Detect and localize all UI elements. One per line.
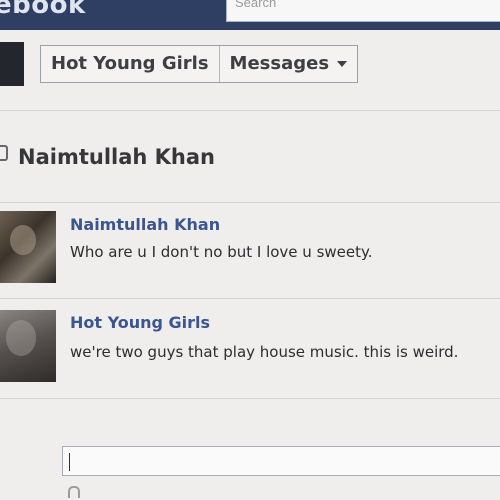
divider bbox=[0, 202, 500, 203]
messages-dropdown-button[interactable]: Messages bbox=[218, 46, 358, 82]
search-input[interactable]: Search bbox=[226, 0, 500, 22]
text-cursor bbox=[69, 453, 70, 471]
search-placeholder: Search bbox=[235, 0, 277, 10]
message-thread-icon bbox=[0, 145, 8, 161]
messages-label: Messages bbox=[229, 53, 330, 74]
breadcrumb: Hot Young Girls Messages bbox=[40, 45, 359, 83]
divider bbox=[0, 398, 500, 399]
chevron-down-icon bbox=[337, 61, 348, 67]
attachment-icon[interactable] bbox=[68, 486, 80, 498]
divider bbox=[0, 298, 500, 299]
crumb-page-label: Hot Young Girls bbox=[51, 53, 209, 74]
divider bbox=[0, 110, 500, 111]
message-sender-link[interactable]: Hot Young Girls bbox=[70, 313, 210, 332]
top-bar: ebook Search bbox=[0, 0, 500, 30]
profile-thumbnail[interactable] bbox=[0, 42, 24, 86]
site-logo[interactable]: ebook bbox=[0, 0, 86, 20]
message-body: Who are u I don't no but I love u sweety… bbox=[70, 243, 373, 261]
crumb-page-link[interactable]: Hot Young Girls bbox=[41, 46, 219, 82]
thread-title: Naimtullah Khan bbox=[18, 145, 215, 169]
message-body: we're two guys that play house music. th… bbox=[70, 343, 459, 361]
avatar[interactable] bbox=[0, 211, 56, 283]
avatar[interactable] bbox=[0, 310, 56, 382]
reply-input[interactable] bbox=[62, 446, 500, 476]
message-sender-link[interactable]: Naimtullah Khan bbox=[70, 215, 220, 234]
